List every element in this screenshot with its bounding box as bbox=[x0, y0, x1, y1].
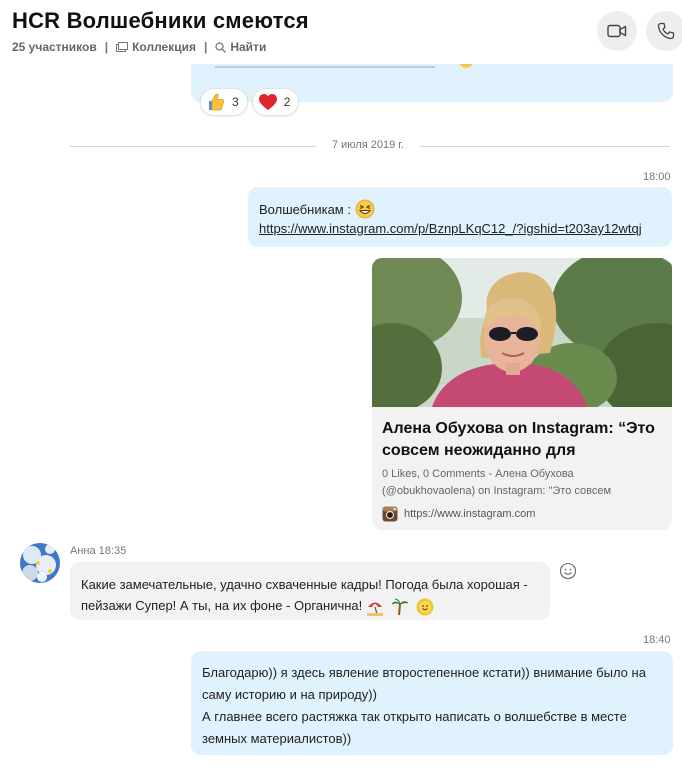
message-time: 18:40 bbox=[643, 634, 671, 646]
reaction-count: 3 bbox=[232, 95, 239, 109]
laughing-emoji-icon bbox=[355, 199, 375, 219]
chat-subbar: 25 участников | Коллекция | Найти bbox=[12, 40, 266, 54]
phone-icon bbox=[657, 22, 675, 40]
scrollbar[interactable] bbox=[678, 64, 682, 767]
message-body: Какие замечательные, удачно схваченные к… bbox=[81, 574, 546, 616]
smiley-face-icon bbox=[559, 562, 577, 580]
link-preview-card[interactable]: Алена Обухова on Instagram: “Это совсем … bbox=[372, 258, 672, 530]
video-call-button[interactable] bbox=[597, 11, 637, 51]
message-bubble[interactable]: Благодарю)) я здесь явление второстепенн… bbox=[191, 651, 673, 755]
palm-tree-emoji-icon bbox=[391, 598, 409, 615]
message-time: 18:00 bbox=[643, 171, 671, 183]
search-icon bbox=[215, 41, 227, 53]
preview-source: https://www.instagram.com bbox=[382, 506, 535, 522]
participants-link[interactable]: 25 участников bbox=[12, 40, 97, 54]
separator: | bbox=[203, 40, 208, 54]
divider-line bbox=[70, 146, 316, 147]
preview-title: Алена Обухова on Instagram: “Это совсем … bbox=[382, 420, 655, 459]
message-text: Волшебникам : bbox=[259, 201, 351, 217]
preview-photo bbox=[372, 258, 672, 407]
find-link[interactable]: Найти bbox=[215, 40, 266, 54]
message-text: Какие замечательные, удачно схваченные к… bbox=[81, 577, 528, 613]
gallery-icon bbox=[116, 42, 129, 52]
message-text: Благодарю)) я здесь явление второстепенн… bbox=[202, 665, 646, 702]
message-text: А главнее всего растяжка так открыто нап… bbox=[202, 709, 627, 746]
sun-face-emoji-icon bbox=[416, 598, 434, 616]
preview-description: 0 Likes, 0 Comments - Алена Обухова (@ob… bbox=[382, 468, 612, 497]
audio-call-button[interactable] bbox=[646, 11, 682, 51]
message-bubble[interactable]: Какие замечательные, удачно схваченные к… bbox=[70, 562, 550, 620]
gallery-label: Коллекция bbox=[132, 40, 196, 54]
message-bubble[interactable]: Волшебникам : https://www.instagram.com/… bbox=[248, 187, 672, 247]
find-label: Найти bbox=[230, 40, 267, 54]
gallery-link[interactable]: Коллекция bbox=[116, 40, 196, 54]
thumbs-up-icon bbox=[209, 93, 225, 111]
add-reaction-button[interactable] bbox=[559, 562, 577, 580]
avatar-image bbox=[20, 543, 60, 583]
sender-name-time: Анна 18:35 bbox=[70, 545, 127, 557]
beach-umbrella-emoji-icon bbox=[366, 602, 383, 616]
reaction-heart[interactable]: 2 bbox=[251, 88, 300, 116]
date-divider: 7 июля 2019 г. bbox=[70, 139, 670, 151]
chat-header: HCR Волшебники смеются 25 участников | К… bbox=[0, 0, 682, 64]
heart-icon bbox=[258, 94, 277, 110]
reactions-bar: 3 2 bbox=[200, 88, 300, 116]
preview-source-url: https://www.instagram.com bbox=[404, 508, 536, 520]
separator: | bbox=[104, 40, 109, 54]
instagram-link[interactable]: https://www.instagram.com/p/BznpLKqC12_/… bbox=[259, 221, 642, 236]
chat-title[interactable]: HCR Волшебники смеются bbox=[12, 8, 309, 34]
message-line: Волшебникам : bbox=[259, 199, 375, 219]
cut-off-text bbox=[215, 66, 435, 68]
instagram-icon bbox=[382, 506, 398, 522]
date-label: 7 июля 2019 г. bbox=[331, 139, 404, 151]
message-body: Благодарю)) я здесь явление второстепенн… bbox=[202, 662, 667, 750]
reaction-thumbs-up[interactable]: 3 bbox=[200, 88, 248, 116]
reaction-count: 2 bbox=[283, 95, 291, 109]
video-camera-icon bbox=[607, 24, 627, 38]
avatar[interactable] bbox=[20, 543, 60, 583]
portrait-image bbox=[372, 258, 672, 407]
divider-line bbox=[420, 146, 670, 147]
